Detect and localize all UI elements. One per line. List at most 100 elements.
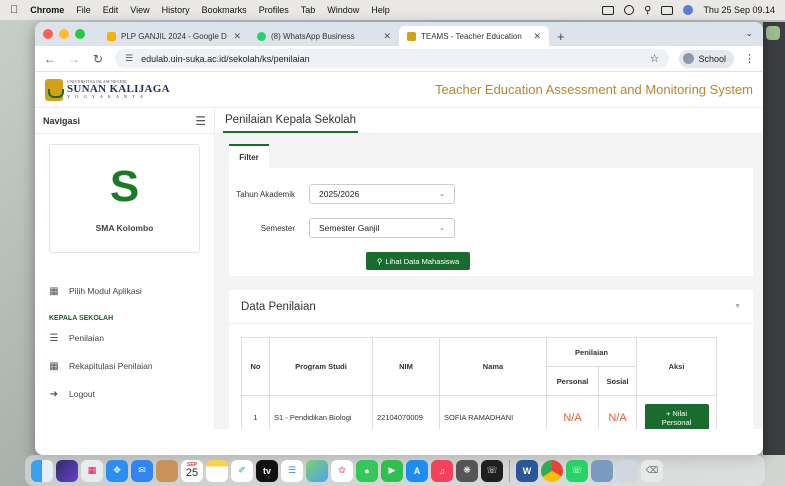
tab-close-icon[interactable]: ✕ [533, 31, 541, 42]
notes-icon[interactable] [206, 459, 228, 482]
academic-year-select[interactable]: 2025/2026 ⌄ [309, 184, 455, 204]
module-grid-icon: ▦ [49, 285, 59, 297]
semester-select[interactable]: Semester Ganjil ⌄ [309, 218, 455, 238]
finder-icon[interactable] [31, 459, 53, 482]
tab-whatsapp[interactable]: (8) WhatsApp Business ✕ [249, 26, 399, 46]
whatsapp-dock-icon[interactable]: ☏ [481, 459, 503, 482]
siri-icon[interactable] [683, 5, 694, 15]
menu-view[interactable]: View [130, 5, 149, 15]
contacts-icon[interactable] [156, 459, 178, 482]
facetime-icon[interactable]: ▶ [381, 459, 403, 482]
reload-icon[interactable]: ↻ [91, 52, 105, 66]
tab-close-icon[interactable]: ✕ [383, 31, 391, 42]
close-window-button[interactable] [43, 29, 53, 39]
screen-mirror-icon[interactable] [624, 5, 635, 15]
safari-icon[interactable]: ✥ [106, 459, 128, 482]
forward-arrow-icon[interactable]: → [67, 52, 81, 66]
bookmark-star-icon[interactable]: ☆ [650, 52, 660, 65]
menubar-status-area: ⚲ Thu 25 Sep 09.14 [602, 5, 775, 16]
sidebar-item-label: Rekapitulasi Penilaian [69, 361, 153, 371]
search-icon: ⚲ [376, 256, 383, 266]
data-card-header: Data Penilaian ▼ [229, 290, 753, 324]
site-header: UNIVERSITAS ISLAM NEGERI SUNAN KALIJAGA … [35, 72, 763, 108]
app-store-icon[interactable]: A [406, 459, 428, 482]
collapse-chevron-icon[interactable]: ▼ [734, 303, 741, 310]
preview-icon[interactable] [591, 459, 613, 482]
cell-sosial: N/A [598, 395, 637, 429]
tab-search-chevron-icon[interactable]: ⌄ [745, 28, 753, 39]
menu-file[interactable]: File [76, 5, 91, 15]
background-window[interactable] [763, 22, 785, 455]
sidebar-heading: Navigasi [43, 115, 81, 126]
dock-separator [509, 459, 510, 482]
academic-year-row: Tahun Akademik 2025/2026 ⌄ [229, 184, 455, 204]
trash-icon[interactable]: ⌫ [641, 459, 663, 482]
sidebar-item-pilih-modul[interactable]: ▦ Pilih Modul Aplikasi [35, 277, 214, 305]
spotlight-search-icon[interactable]: ⚲ [644, 5, 651, 16]
menu-bookmarks[interactable]: Bookmarks [202, 5, 247, 15]
photos-icon[interactable]: ✿ [331, 459, 353, 482]
menu-app-name[interactable]: Chrome [30, 5, 64, 15]
maximize-window-button[interactable] [75, 29, 85, 39]
url-text[interactable]: edulab.uin-suka.ac.id/sekolah/ks/penilai… [141, 54, 310, 64]
freeform-icon[interactable]: ✐ [231, 459, 253, 482]
music-icon[interactable]: ♫ [431, 459, 453, 482]
downloads-folder-icon[interactable] [616, 459, 638, 482]
calendar-day: 25 [185, 466, 199, 479]
sidebar-item-rekapitulasi[interactable]: ▦ Rekapitulasi Penilaian [35, 352, 214, 380]
uin-emblem-icon [45, 78, 64, 101]
sidebar-item-logout[interactable]: ➜ Logout [35, 380, 214, 408]
mail-icon[interactable]: ✉ [131, 459, 153, 482]
col-sosial: Sosial [598, 366, 637, 396]
sidebar-section-title: KEPALA SEKOLAH [49, 315, 114, 322]
chatgpt-icon[interactable]: ❋ [456, 459, 478, 482]
nilai-personal-button[interactable]: + Nilai Personal [644, 403, 709, 429]
tab-title: (8) WhatsApp Business [271, 31, 355, 41]
semester-row: Semester Semester Ganjil ⌄ [229, 218, 455, 238]
university-logo[interactable]: UNIVERSITAS ISLAM NEGERI SUNAN KALIJAGA … [45, 78, 170, 101]
lihat-data-button[interactable]: ⚲ Lihat Data Mahasiswa [366, 252, 470, 270]
address-bar[interactable]: ☰ edulab.uin-suka.ac.id/sekolah/ks/penil… [115, 49, 670, 68]
browser-menu-icon[interactable]: ⋮ [744, 52, 755, 65]
sidebar-item-label: Penilaian [69, 333, 104, 343]
tab-close-icon[interactable]: ✕ [233, 31, 241, 42]
messages-icon[interactable]: ● [356, 459, 378, 482]
back-arrow-icon[interactable]: ← [43, 52, 57, 66]
menu-help[interactable]: Help [371, 5, 390, 15]
logout-icon: ➜ [49, 388, 59, 400]
table-row: 1 S1 - Pendidikan Biologi 22104070009 SO… [241, 395, 717, 429]
profile-button[interactable]: School [679, 49, 734, 68]
col-no: No [241, 337, 270, 396]
hamburger-menu-icon[interactable]: ☰ [195, 114, 206, 128]
new-tab-button[interactable]: + [549, 26, 573, 46]
battery-icon[interactable] [602, 5, 615, 15]
launchpad-icon[interactable]: ▦ [81, 459, 103, 482]
google-drive-icon [107, 31, 116, 41]
filter-tab[interactable]: Filter [229, 144, 269, 168]
control-center-icon[interactable] [661, 5, 674, 15]
menu-history[interactable]: History [162, 5, 190, 15]
menu-profiles[interactable]: Profiles [259, 5, 289, 15]
chrome-icon[interactable] [541, 459, 563, 482]
apple-icon[interactable]:  [10, 4, 18, 16]
site-info-icon[interactable]: ☰ [125, 53, 133, 64]
tab-plp-ganjil[interactable]: PLP GANJIL 2024 - Google D ✕ [99, 26, 249, 46]
minimize-window-button[interactable] [59, 29, 69, 39]
siri-icon[interactable] [56, 459, 78, 482]
sidebar-item-penilaian[interactable]: ☰ Penilaian [35, 324, 214, 352]
reminders-icon[interactable]: ☰ [281, 459, 303, 482]
menu-window[interactable]: Window [327, 5, 359, 15]
address-toolbar: ← → ↻ ☰ edulab.uin-suka.ac.id/sekolah/ks… [35, 46, 763, 72]
whatsapp-business-icon[interactable]: ☏ [566, 459, 588, 482]
maps-icon[interactable] [306, 459, 328, 482]
background-window-control-icon[interactable] [766, 26, 780, 40]
school-name: SMA Kolombo [95, 222, 154, 233]
microsoft-word-icon[interactable]: W [516, 459, 538, 482]
menu-edit[interactable]: Edit [103, 5, 119, 15]
tab-teams[interactable]: TEAMS - Teacher Education ✕ [399, 26, 549, 46]
menubar-clock[interactable]: Thu 25 Sep 09.14 [703, 5, 775, 15]
calendar-icon[interactable]: SEP 25 [181, 459, 203, 482]
menu-tab[interactable]: Tab [301, 5, 316, 15]
apple-tv-icon[interactable]: tv [256, 459, 278, 482]
tab-title: TEAMS - Teacher Education [421, 31, 522, 41]
